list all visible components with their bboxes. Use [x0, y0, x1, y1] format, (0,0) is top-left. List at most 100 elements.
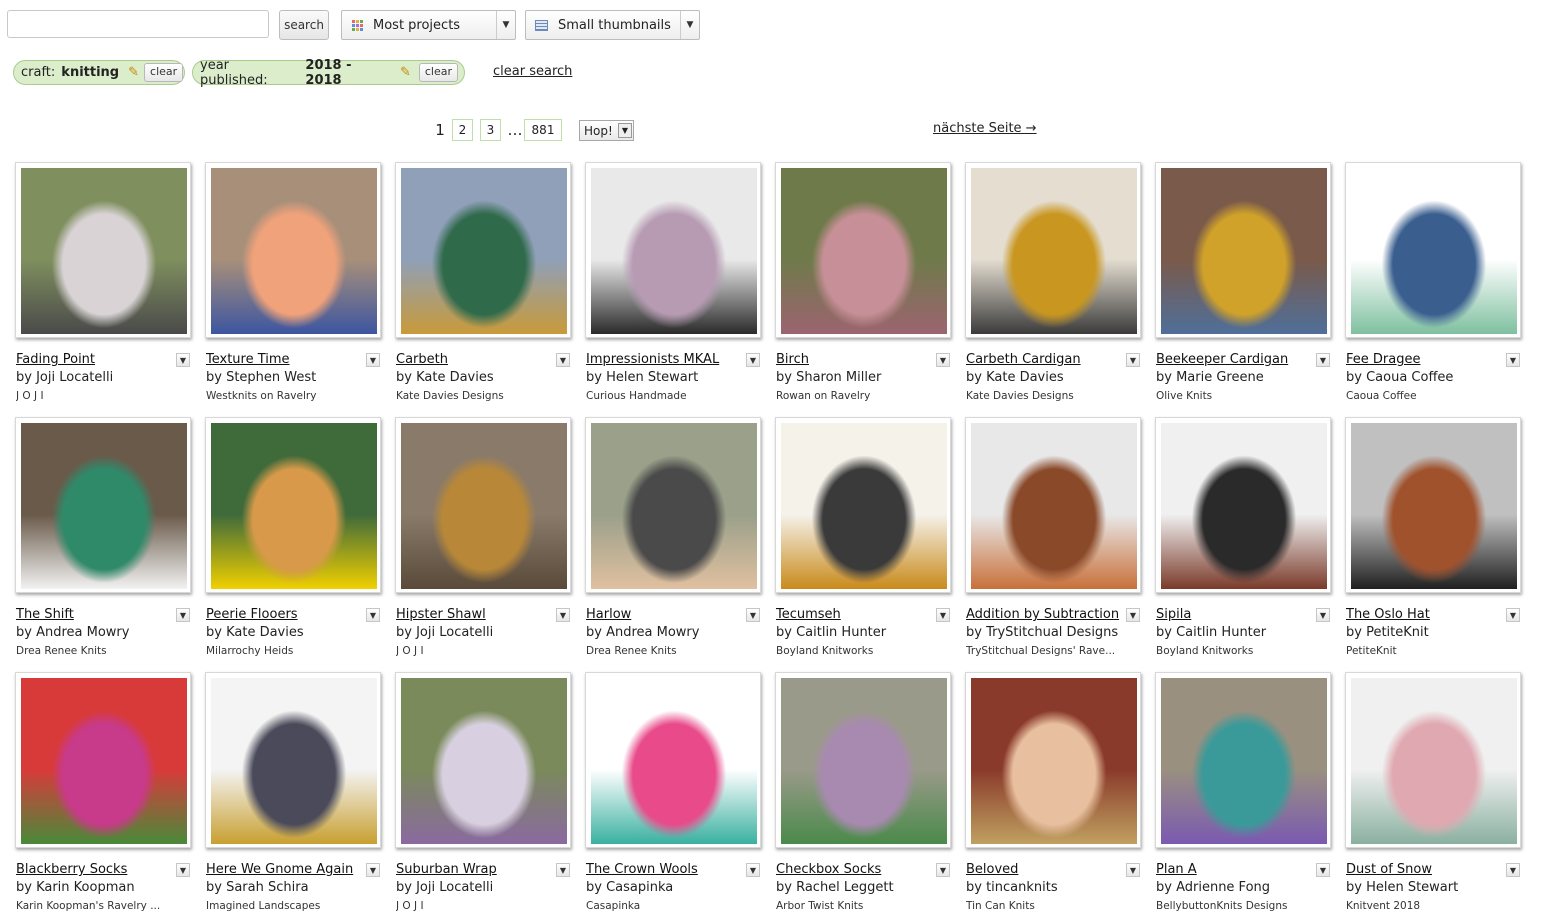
pattern-thumbnail[interactable] — [395, 417, 571, 593]
pattern-source: Westknits on Ravelry — [206, 390, 317, 402]
pattern-name-link[interactable]: The Oslo Hat — [1346, 607, 1430, 622]
pattern-thumbnail[interactable] — [395, 162, 571, 338]
pattern-thumbnail[interactable] — [205, 417, 381, 593]
pattern-name-link[interactable]: Carbeth Cardigan — [966, 352, 1081, 367]
sort-dropdown[interactable]: Most projects ▼ — [341, 10, 516, 40]
pattern-source: PetiteKnit — [1346, 645, 1397, 657]
chevron-down-icon[interactable]: ▼ — [936, 608, 950, 622]
pattern-thumbnail[interactable] — [1155, 162, 1331, 338]
view-dropdown-value: Small thumbnails — [558, 17, 671, 33]
pattern-name-link[interactable]: Peerie Flooers — [206, 607, 298, 622]
chevron-down-icon[interactable]: ▼ — [1316, 353, 1330, 367]
chevron-down-icon[interactable]: ▼ — [366, 353, 380, 367]
pattern-name-link[interactable]: Addition by Subtraction — [966, 607, 1119, 622]
pattern-thumbnail[interactable] — [775, 162, 951, 338]
pattern-author: by Helen Stewart — [586, 370, 699, 385]
clear-filter-button[interactable]: clear — [418, 63, 458, 82]
pattern-photo — [1351, 168, 1517, 334]
pattern-thumbnail[interactable] — [965, 417, 1141, 593]
pattern-thumbnail[interactable] — [15, 672, 191, 848]
pattern-name-link[interactable]: Beloved — [966, 862, 1018, 877]
pattern-thumbnail[interactable] — [1155, 417, 1331, 593]
pattern-name-link[interactable]: Here We Gnome Again — [206, 862, 353, 877]
clear-filter-button[interactable]: clear — [144, 63, 184, 82]
search-input[interactable] — [7, 10, 269, 38]
page-link[interactable]: 3 — [480, 119, 501, 141]
chevron-down-icon[interactable]: ▼ — [1506, 353, 1520, 367]
pattern-name-link[interactable]: Beekeeper Cardigan — [1156, 352, 1288, 367]
chevron-down-icon: ▼ — [618, 123, 632, 138]
chevron-down-icon[interactable]: ▼ — [1316, 863, 1330, 877]
chevron-down-icon[interactable]: ▼ — [366, 608, 380, 622]
next-page-link[interactable]: nächste Seite → — [933, 121, 1037, 136]
search-button[interactable]: search — [279, 10, 329, 40]
chevron-down-icon[interactable]: ▼ — [1506, 863, 1520, 877]
pattern-name-link[interactable]: Suburban Wrap — [396, 862, 497, 877]
pattern-photo — [21, 423, 187, 589]
pattern-source: Karin Koopman's Ravelry ... — [16, 900, 161, 912]
pattern-photo — [1161, 168, 1327, 334]
chevron-down-icon[interactable]: ▼ — [176, 863, 190, 877]
chevron-down-icon[interactable]: ▼ — [746, 608, 760, 622]
pattern-name-link[interactable]: Hipster Shawl — [396, 607, 486, 622]
pattern-name-link[interactable]: Tecumseh — [776, 607, 841, 622]
page-link[interactable]: 2 — [452, 119, 473, 141]
pattern-name-link[interactable]: The Shift — [16, 607, 74, 622]
chevron-down-icon[interactable]: ▼ — [1316, 608, 1330, 622]
pattern-name-link[interactable]: Dust of Snow — [1346, 862, 1432, 877]
chevron-down-icon[interactable]: ▼ — [176, 353, 190, 367]
pattern-thumbnail[interactable] — [1345, 672, 1521, 848]
pattern-name-link[interactable]: Birch — [776, 352, 809, 367]
pattern-thumbnail[interactable] — [15, 162, 191, 338]
pattern-thumbnail[interactable] — [585, 162, 761, 338]
pattern-name-link[interactable]: The Crown Wools — [586, 862, 698, 877]
pattern-photo — [781, 423, 947, 589]
chevron-down-icon[interactable]: ▼ — [556, 863, 570, 877]
pattern-name-link[interactable]: Sipila — [1156, 607, 1191, 622]
pattern-thumbnail[interactable] — [965, 672, 1141, 848]
hop-select[interactable]: Hop! ▼ — [579, 120, 634, 141]
pencil-icon[interactable]: ✎ — [400, 65, 414, 80]
pattern-name-link[interactable]: Blackberry Socks — [16, 862, 127, 877]
pattern-name-link[interactable]: Texture Time — [206, 352, 290, 367]
pattern-thumbnail[interactable] — [205, 162, 381, 338]
pattern-source: Knitvent 2018 — [1346, 900, 1421, 912]
pattern-source: Casapinka — [586, 900, 641, 912]
pattern-photo — [781, 168, 947, 334]
pattern-name-link[interactable]: Carbeth — [396, 352, 448, 367]
pattern-thumbnail[interactable] — [1155, 672, 1331, 848]
chevron-down-icon[interactable]: ▼ — [1126, 863, 1140, 877]
chevron-down-icon[interactable]: ▼ — [176, 608, 190, 622]
chevron-down-icon[interactable]: ▼ — [746, 353, 760, 367]
page-link-last[interactable]: 881 — [524, 119, 562, 141]
pattern-thumbnail[interactable] — [775, 417, 951, 593]
pattern-thumbnail[interactable] — [15, 417, 191, 593]
chevron-down-icon[interactable]: ▼ — [1126, 353, 1140, 367]
clear-search-link[interactable]: clear search — [493, 64, 572, 79]
chevron-down-icon[interactable]: ▼ — [1506, 608, 1520, 622]
pattern-name-link[interactable]: Harlow — [586, 607, 631, 622]
pattern-name-link[interactable]: Plan A — [1156, 862, 1197, 877]
chevron-down-icon[interactable]: ▼ — [556, 608, 570, 622]
chevron-down-icon[interactable]: ▼ — [936, 353, 950, 367]
pattern-thumbnail[interactable] — [775, 672, 951, 848]
pattern-name-link[interactable]: Checkbox Socks — [776, 862, 881, 877]
chevron-down-icon[interactable]: ▼ — [556, 353, 570, 367]
pattern-thumbnail[interactable] — [1345, 162, 1521, 338]
pattern-author: by Joji Locatelli — [16, 370, 114, 385]
pattern-thumbnail[interactable] — [965, 162, 1141, 338]
pattern-thumbnail[interactable] — [585, 417, 761, 593]
pattern-name-link[interactable]: Fading Point — [16, 352, 95, 367]
pattern-thumbnail[interactable] — [1345, 417, 1521, 593]
pattern-thumbnail[interactable] — [585, 672, 761, 848]
pencil-icon[interactable]: ✎ — [128, 65, 139, 80]
chevron-down-icon[interactable]: ▼ — [1126, 608, 1140, 622]
view-dropdown[interactable]: Small thumbnails ▼ — [525, 10, 700, 40]
pattern-thumbnail[interactable] — [395, 672, 571, 848]
pattern-thumbnail[interactable] — [205, 672, 381, 848]
chevron-down-icon[interactable]: ▼ — [366, 863, 380, 877]
chevron-down-icon[interactable]: ▼ — [936, 863, 950, 877]
pattern-name-link[interactable]: Impressionists MKAL — [586, 352, 719, 367]
pattern-name-link[interactable]: Fee Dragee — [1346, 352, 1420, 367]
chevron-down-icon[interactable]: ▼ — [746, 863, 760, 877]
